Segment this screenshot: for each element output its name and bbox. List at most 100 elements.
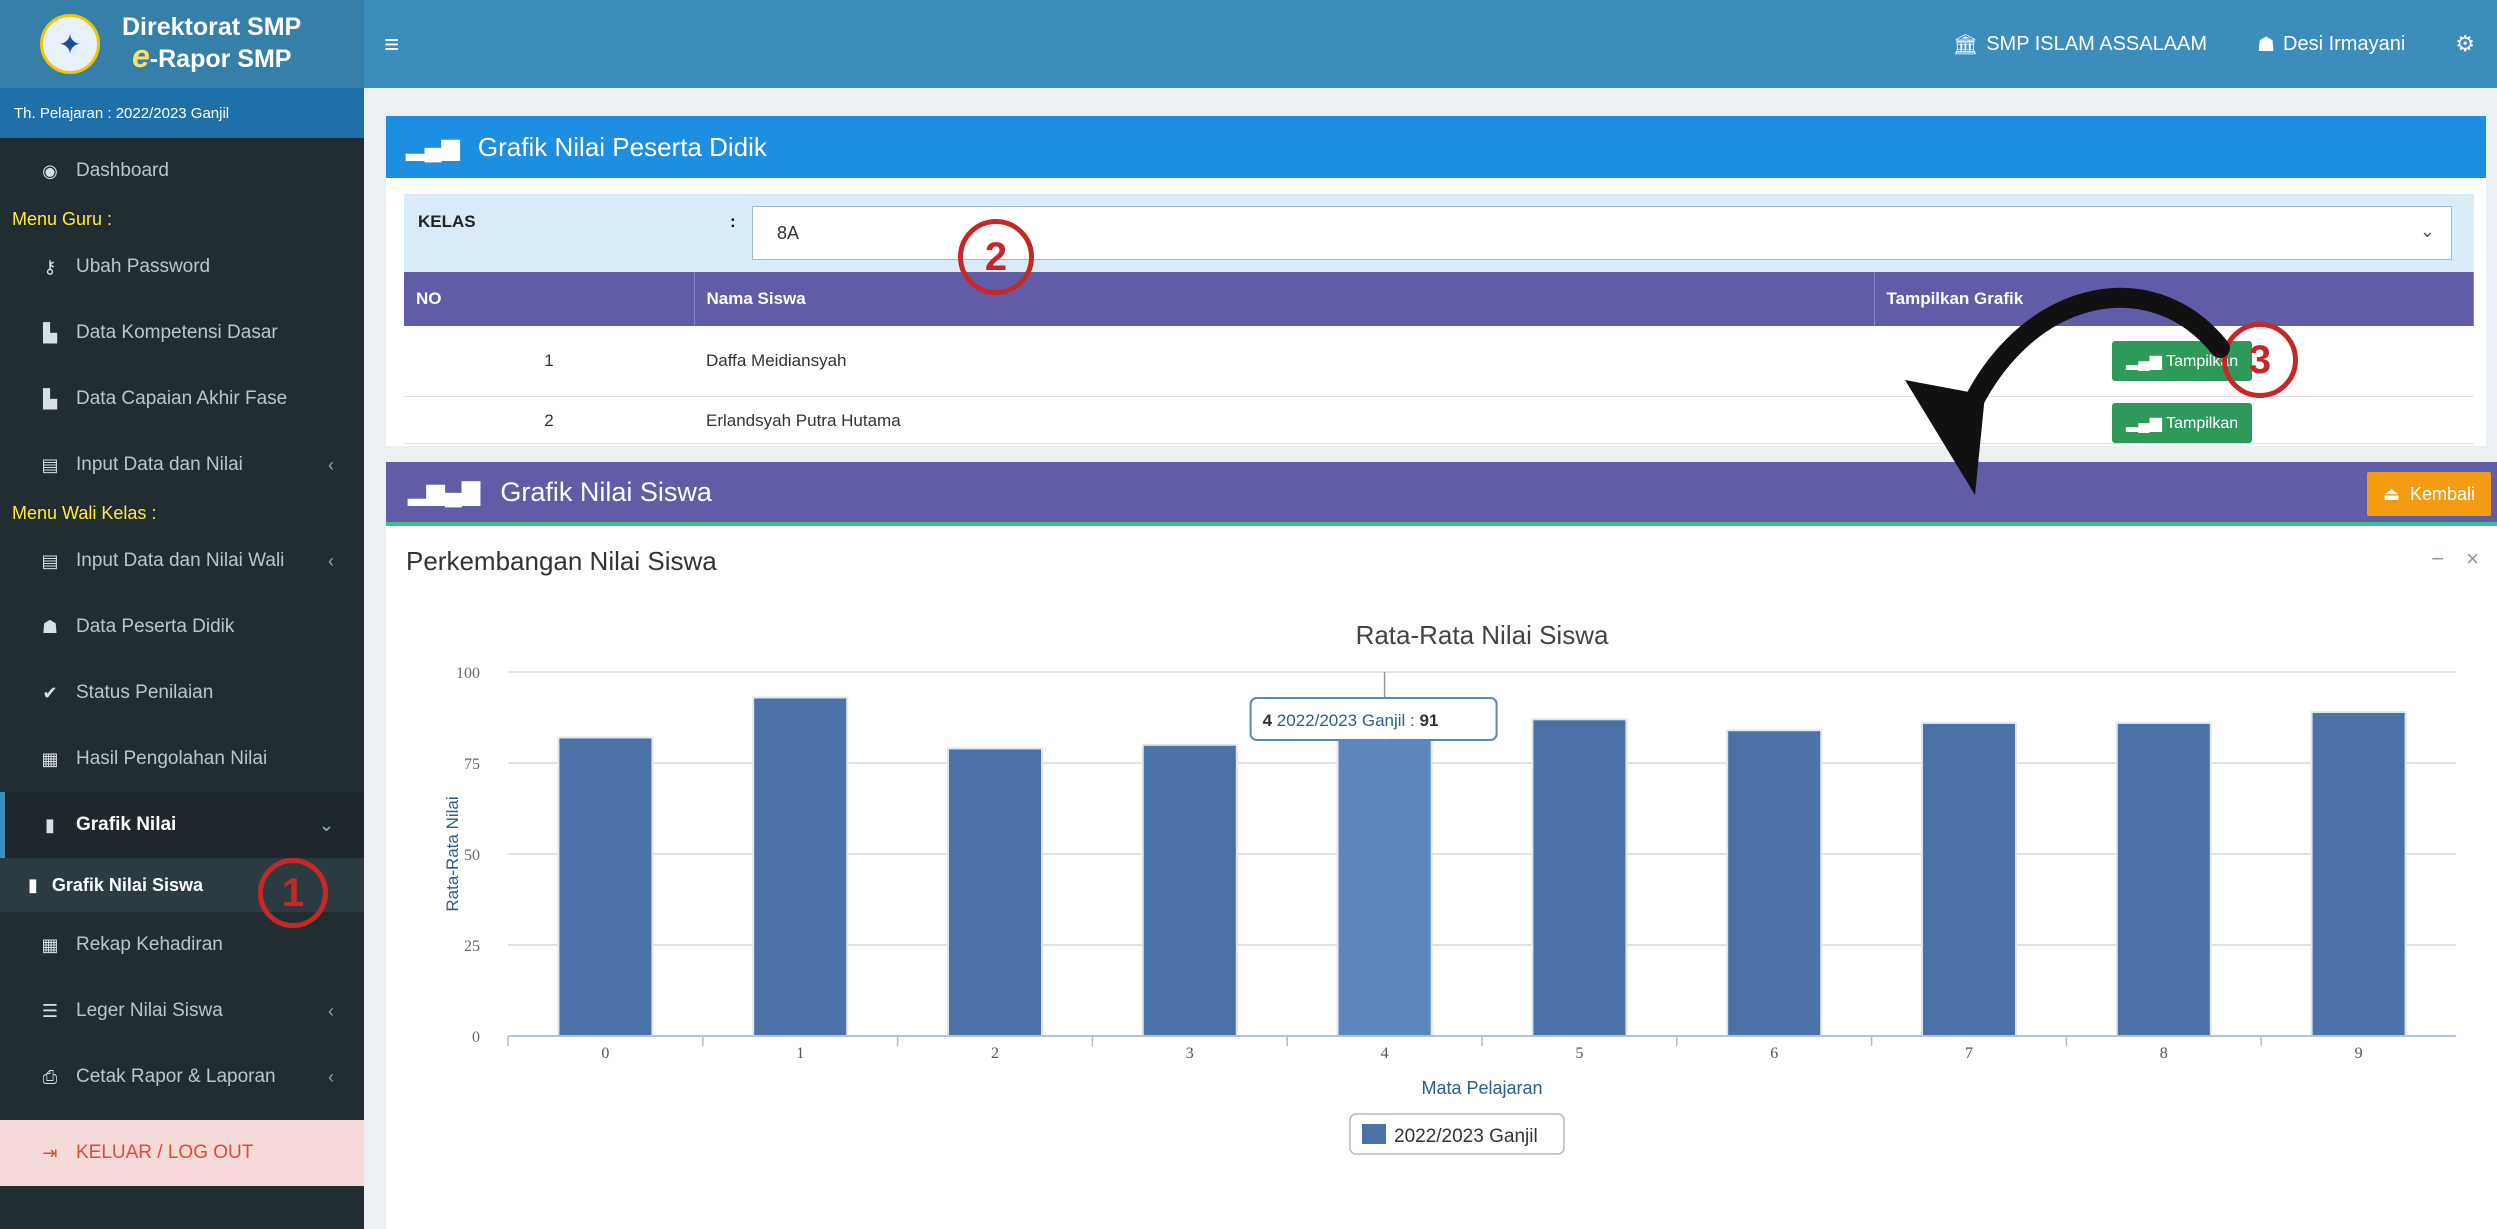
- tampilkan-button[interactable]: ▂▄▆ Tampilkan: [2112, 402, 2253, 443]
- sidebar-item-data-kompetensi[interactable]: ▙ Data Kompetensi Dasar: [0, 300, 364, 366]
- calendar-icon: ▦: [41, 934, 59, 955]
- sidebar-item-leger[interactable]: ☰ Leger Nilai Siswa ‹: [0, 978, 364, 1044]
- sidebar-item-grafik-nilai[interactable]: ▮ Grafik Nilai ⌄: [0, 792, 364, 858]
- grafik-panel-title: Grafik Nilai Siswa: [500, 476, 712, 507]
- sidebar-item-hasil-pengolahan[interactable]: ▦ Hasil Pengolahan Nilai: [0, 726, 364, 792]
- list-icon: ☰: [41, 1000, 59, 1021]
- logout-button[interactable]: ⇥ KELUAR / LOG OUT: [0, 1120, 364, 1186]
- sidebar-item-label: Hasil Pengolahan Nilai: [76, 748, 268, 769]
- x-tick-label: 6: [1770, 1045, 1778, 1062]
- hamburger-menu-icon[interactable]: ≡: [384, 29, 399, 60]
- x-tick-label: 7: [1965, 1045, 1973, 1062]
- bar: [752, 696, 849, 1037]
- sidebar-item-status-penilaian[interactable]: ✔ Status Penilaian: [0, 660, 364, 726]
- sidebar-item-cetak[interactable]: ⎙ Cetak Rapor & Laporan ‹: [0, 1044, 364, 1110]
- sidebar-item-data-capaian[interactable]: ▙ Data Capaian Akhir Fase: [0, 366, 364, 432]
- column-header-tampilkan: Tampilkan Grafik: [1874, 272, 2474, 326]
- sidebar-item-dashboard[interactable]: ◉ Dashboard: [0, 138, 364, 204]
- tooltip-text: 4 2022/2023 Ganjil : 91: [1263, 711, 1439, 730]
- tampilkan-label: Tampilkan: [2166, 414, 2239, 432]
- grafik-nilai-siswa-panel: ▂▆▄▇ Grafik Nilai Siswa ⏏ Kembali Perkem…: [386, 462, 2497, 1229]
- sidebar-item-label: Leger Nilai Siswa: [76, 1000, 223, 1021]
- chart-title: Rata-Rata Nilai Siswa: [1356, 620, 1609, 650]
- sign-out-icon: ⇥: [42, 1142, 58, 1163]
- cell-nama: Daffa Meidiansyah: [694, 326, 1874, 397]
- siswa-table: NO Nama Siswa Tampilkan Grafik 1 Daffa M…: [404, 272, 2474, 444]
- x-tick-label: 8: [2160, 1045, 2168, 1062]
- bar: [1726, 729, 1823, 1038]
- logout-label: KELUAR / LOG OUT: [76, 1142, 254, 1163]
- bar-chart-icon: ▂▄▆: [2126, 352, 2167, 370]
- close-icon[interactable]: ×: [2466, 546, 2479, 571]
- chevron-down-icon: ⌄: [318, 814, 334, 835]
- sidebar-item-label: Data Kompetensi Dasar: [76, 322, 278, 343]
- chevron-left-icon: ‹: [328, 550, 334, 571]
- y-tick-label: 75: [464, 756, 480, 773]
- sidebar-item-label: Grafik Nilai Siswa: [51, 874, 203, 895]
- signal-bars-icon: ▂▄▆: [406, 133, 460, 161]
- bar-chart: Rata-Rata Nilai Siswa0255075100Rata-Rata…: [443, 620, 2456, 1155]
- chevron-left-icon: ‹: [328, 1066, 334, 1087]
- cell-no: 1: [404, 326, 694, 397]
- top-navbar: ≡ 🏛 SMP ISLAM ASSALAAM ☗ Desi Irmayani ⚙: [364, 0, 2497, 88]
- kelas-label: KELAS: [418, 212, 476, 231]
- academic-year: Th. Pelajaran : 2022/2023 Ganjil: [0, 88, 364, 138]
- sidebar-item-data-peserta[interactable]: ☗ Data Peserta Didik: [0, 594, 364, 660]
- chevron-left-icon: ‹: [328, 1000, 334, 1021]
- kelas-filter-row: KELAS : 8A ⌄: [404, 194, 2474, 272]
- cell-action: ▂▄▆ Tampilkan: [1874, 326, 2474, 397]
- bar: [1336, 703, 1433, 1037]
- sidebar-item-label: Dashboard: [76, 160, 169, 181]
- sidebar-item-label: Rekap Kehadiran: [76, 934, 223, 955]
- sidebar-item-ubah-password[interactable]: ⚷ Ubah Password: [0, 234, 364, 300]
- column-header-nama: Nama Siswa: [694, 272, 1875, 326]
- user-icon: ☗: [41, 616, 59, 637]
- y-tick-label: 100: [456, 665, 480, 682]
- x-tick-label: 1: [796, 1045, 804, 1062]
- bar: [557, 736, 654, 1038]
- bar-chart-icon: ▂▄▆: [2126, 414, 2167, 432]
- brand[interactable]: ✦ Direktorat SMP e-Rapor SMP: [0, 0, 364, 88]
- x-tick-label: 3: [1186, 1045, 1194, 1062]
- annotation-marker: 3: [2222, 322, 2298, 398]
- y-tick-label: 0: [472, 1029, 480, 1046]
- list-alt-icon: ▤: [41, 550, 59, 571]
- bar: [1921, 721, 2017, 1038]
- x-tick-label: 5: [1575, 1045, 1583, 1062]
- bar: [2115, 721, 2212, 1038]
- legend-swatch: [1362, 1124, 1386, 1144]
- sidebar-item-input-data[interactable]: ▤ Input Data dan Nilai ‹: [0, 432, 364, 498]
- sidebar-item-label: Input Data dan Nilai Wali: [76, 550, 285, 571]
- column-header-no: NO: [404, 272, 695, 326]
- bar-chart-icon: ▮: [28, 874, 38, 895]
- x-tick-label: 9: [2355, 1045, 2363, 1062]
- chart-section-title: Perkembangan Nilai Siswa: [406, 546, 717, 576]
- chevron-down-icon: ⌄: [2419, 221, 2435, 241]
- y-tick-label: 25: [464, 938, 480, 955]
- main-content: ▂▄▆ Grafik Nilai Peserta Didik KELAS : 8…: [364, 88, 2497, 1229]
- x-tick-label: 2: [991, 1045, 999, 1062]
- grafik-panel-header: ▂▆▄▇ Grafik Nilai Siswa ⏏ Kembali: [386, 462, 2497, 526]
- x-axis-label: Mata Pelajaran: [1421, 1078, 1542, 1098]
- sidebar-item-label: Input Data dan Nilai: [76, 454, 243, 475]
- peserta-didik-panel: ▂▄▆ Grafik Nilai Peserta Didik KELAS : 8…: [386, 116, 2486, 446]
- kelas-selected-value: 8A: [777, 222, 800, 243]
- settings-gears-icon[interactable]: ⚙: [2455, 31, 2475, 57]
- cell-action: ▂▄▆ Tampilkan: [1874, 396, 2474, 444]
- institution-icon: 🏛: [1952, 33, 1979, 56]
- menu-guru-header: Menu Guru :: [12, 209, 113, 229]
- minimize-icon[interactable]: −: [2431, 546, 2444, 571]
- sidebar-item-input-wali[interactable]: ▤ Input Data dan Nilai Wali ‹: [0, 528, 364, 594]
- y-axis-label: Rata-Rata Nilai: [443, 796, 462, 911]
- menu-wali-header: Menu Wali Kelas :: [12, 503, 157, 523]
- bar: [1141, 743, 1238, 1038]
- user-menu[interactable]: ☗ Desi Irmayani: [2257, 32, 2405, 57]
- eject-icon: ⏏: [2382, 483, 2400, 504]
- bar-chart-icon: ▮: [45, 814, 55, 835]
- x-tick-label: 0: [601, 1045, 609, 1062]
- brand-subtitle: -Rapor SMP: [149, 45, 292, 74]
- tut-wuri-logo-icon: ✦: [40, 14, 100, 74]
- school-menu[interactable]: 🏛 SMP ISLAM ASSALAAM: [1953, 32, 2207, 57]
- table-row: 2 Erlandsyah Putra Hutama ▂▄▆ Tampilkan: [404, 396, 2474, 444]
- kembali-button[interactable]: ⏏ Kembali: [2366, 472, 2491, 516]
